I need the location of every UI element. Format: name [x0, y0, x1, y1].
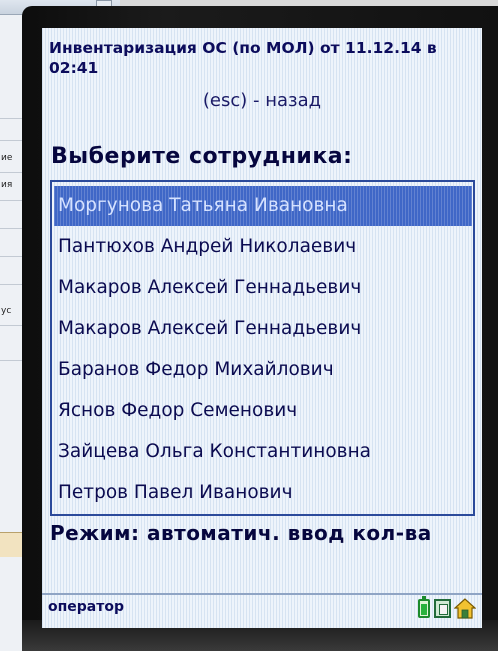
status-bar: оператор [42, 593, 482, 623]
home-icon-graphic [453, 598, 477, 619]
back-hint[interactable]: (esc) - назад [42, 90, 482, 111]
employee-list-item[interactable]: Баранов Федор Михайлович [54, 350, 472, 390]
employee-list-item[interactable]: Яснов Федор Семенович [54, 391, 472, 431]
battery-icon [418, 596, 430, 618]
background-text: ия [1, 180, 13, 190]
page-title: Инвентаризация ОС (по МОЛ) от 11.12.14 в… [49, 39, 437, 77]
operator-label: оператор [48, 599, 125, 615]
employee-list[interactable]: Моргунова Татьяна Ивановна Пантюхов Андр… [50, 180, 475, 516]
employee-list-item[interactable]: Петров Павел Иванович [54, 473, 472, 513]
employee-list-item[interactable]: Макаров Алексей Геннадьевич [54, 268, 472, 308]
employee-list-item[interactable]: Макаров Алексей Геннадьевич [54, 309, 472, 349]
employee-list-item[interactable]: Пантюхов Андрей Николаевич [54, 227, 472, 267]
select-employee-heading: Выберите сотрудника: [51, 144, 353, 169]
chip-icon [434, 599, 451, 618]
device-screen: Инвентаризация ОС (по МОЛ) от 11.12.14 в… [42, 28, 482, 628]
employee-list-item[interactable]: Моргунова Татьяна Ивановна [54, 186, 472, 226]
employee-list-item[interactable]: Зайцева Ольга Константиновна [54, 432, 472, 472]
background-text: ие [1, 153, 13, 163]
input-mode-text: Режим: автоматич. ввод кол-ва [50, 521, 432, 545]
background-text: ус [1, 306, 12, 316]
home-icon[interactable] [453, 598, 477, 619]
